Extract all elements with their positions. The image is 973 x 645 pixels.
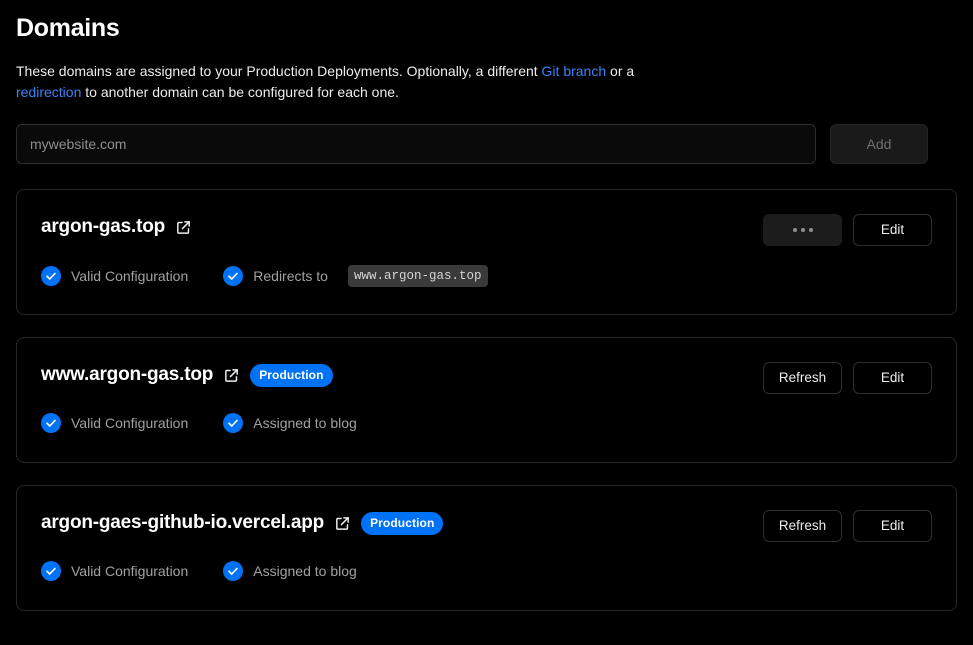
status-item: Valid Configuration [41,561,188,581]
status-item: Assigned to blog [223,413,357,433]
external-link-icon[interactable] [223,367,240,384]
redirect-target-chip: www.argon-gas.top [347,265,488,287]
domain-card: argon-gas.top Valid Configuration Redirect… [16,189,957,315]
check-circle-icon [223,266,244,286]
production-badge: Production [361,511,444,535]
git-branch-link[interactable]: Git branch [542,63,607,79]
status-label: Redirects to [253,268,328,284]
domain-card: argon-gaes-github-io.vercel.app Productio… [16,485,957,611]
domain-list: argon-gas.top Valid Configuration Redirect… [16,189,957,611]
domain-status-row: Valid Configuration Redirects to www.argon… [41,265,932,287]
domain-status-row: Valid Configuration Assigned to blog [41,561,932,581]
button-label: Edit [880,370,905,386]
description-text-3: to another domain can be configured for … [81,84,399,100]
domain-status-row: Valid Configuration Assigned to blog [41,413,932,433]
refresh-button[interactable]: Refresh [763,510,842,542]
edit-button[interactable]: Edit [853,510,932,542]
check-circle-icon [41,413,61,433]
page-title: Domains [16,14,120,42]
description-text-2: or a [606,63,635,79]
domain-input[interactable] [16,124,816,164]
check-circle-icon [223,413,244,433]
add-domain-row: Add [16,124,957,164]
edit-button[interactable]: Edit [853,362,932,394]
production-badge: Production [250,363,333,387]
domain-name: argon-gas.top [41,216,166,237]
domain-name: www.argon-gas.top [41,364,214,385]
status-label: Assigned to blog [253,415,357,431]
button-label: Edit [880,222,905,238]
redirection-link[interactable]: redirection [16,84,81,100]
check-circle-icon [41,266,61,286]
domain-name: argon-gaes-github-io.vercel.app [41,512,325,533]
external-link-icon[interactable] [175,219,192,236]
button-label: Edit [880,518,905,534]
edit-button[interactable]: Edit [853,214,932,246]
domain-card-actions: Refresh Edit [763,510,932,542]
refresh-button[interactable]: Refresh [763,362,842,394]
more-options-button[interactable] [763,214,842,246]
external-link-icon[interactable] [334,515,351,532]
domains-page: Domains These domains are assigned to yo… [0,0,973,645]
ellipsis-icon [792,228,813,232]
description-text-1: These domains are assigned to your Produ… [16,63,542,79]
domain-card: www.argon-gas.top Production Valid Configu… [16,337,957,463]
check-circle-icon [223,561,244,581]
check-circle-icon [41,561,61,581]
add-domain-button[interactable]: Add [830,124,928,164]
domain-card-actions: Refresh Edit [763,362,932,394]
status-label: Valid Configuration [71,415,189,431]
domain-card-actions: Edit [763,214,932,246]
page-description: These domains are assigned to your Produ… [16,43,681,103]
status-item: Redirects to www.argon-gas.top [223,265,488,287]
button-label: Refresh [778,370,827,386]
status-item: Assigned to blog [223,561,357,581]
status-item: Valid Configuration [41,413,188,433]
status-item: Valid Configuration [41,266,188,286]
status-label: Valid Configuration [71,268,189,284]
status-label: Assigned to blog [253,563,357,579]
status-label: Valid Configuration [71,563,189,579]
button-label: Refresh [778,518,827,534]
